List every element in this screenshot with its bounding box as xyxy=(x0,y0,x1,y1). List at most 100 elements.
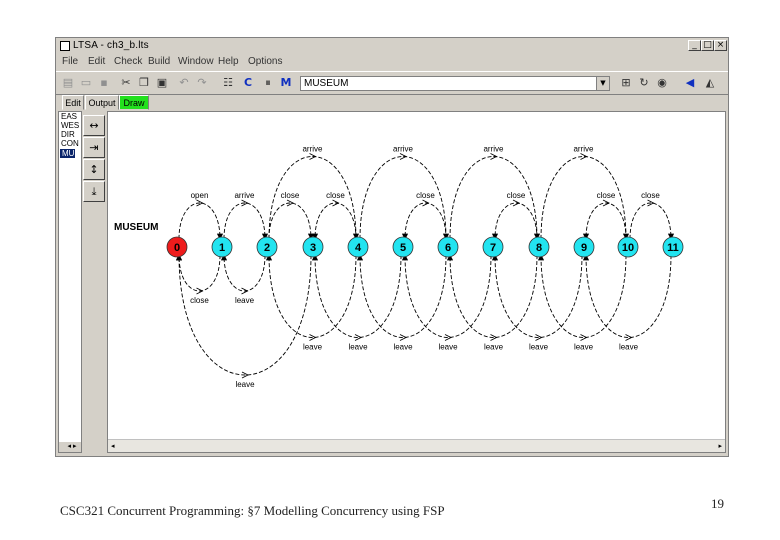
undo-icon[interactable]: ↶ xyxy=(176,75,192,91)
list-item[interactable]: WES xyxy=(59,121,81,130)
paste-icon[interactable]: ▣ xyxy=(154,75,170,91)
save-icon[interactable]: ▪ xyxy=(96,75,112,91)
state-label: 3 xyxy=(310,242,316,254)
transition-leave xyxy=(537,254,627,338)
list-item[interactable]: CON xyxy=(59,139,81,148)
transition-leave xyxy=(220,254,266,292)
state-label: 0 xyxy=(174,242,180,254)
tab-bar: Edit Output Draw xyxy=(56,95,728,111)
transition-arrive xyxy=(223,202,269,240)
transition-label-close: close xyxy=(641,191,660,200)
chevron-down-icon[interactable]: ▼ xyxy=(596,77,609,90)
stop-icon[interactable]: ◉ xyxy=(654,75,670,91)
page-number: 19 xyxy=(711,496,724,511)
shrink-horizontal-icon[interactable]: ⇥ xyxy=(83,137,105,158)
transition-leave xyxy=(582,254,672,338)
stretch-vertical-icon[interactable]: ↕ xyxy=(83,159,105,180)
back-icon[interactable]: ◀ xyxy=(682,75,698,91)
tab-edit[interactable]: Edit xyxy=(62,95,84,110)
state-label: 10 xyxy=(622,242,634,254)
lts-diagram: open arrive close close close close close close… xyxy=(114,145,684,389)
app-icon xyxy=(60,41,70,51)
transition-label-arrive: arrive xyxy=(483,145,504,154)
transition-open xyxy=(178,202,224,240)
menu-edit[interactable]: Edit xyxy=(88,55,105,69)
transition-label-leave: leave xyxy=(529,343,549,352)
minimize-button[interactable]: _ xyxy=(688,40,701,51)
tab-draw[interactable]: Draw xyxy=(119,95,149,110)
transition-leave xyxy=(446,254,538,338)
run-icon[interactable]: ↻ xyxy=(636,75,652,91)
cut-icon[interactable]: ✂ xyxy=(118,75,134,91)
forward-icon[interactable]: ◭ xyxy=(702,75,718,91)
transition-label-arrive: arrive xyxy=(302,145,323,154)
state-label: 2 xyxy=(264,242,270,254)
menu-check[interactable]: Check xyxy=(114,55,142,69)
transition-label-leave: leave xyxy=(235,380,255,389)
transition-label-leave: leave xyxy=(393,343,413,352)
transition-label-arrive: arrive xyxy=(234,191,255,200)
horizontal-scrollbar[interactable]: ◂ ▸ xyxy=(108,439,725,452)
compile-icon[interactable]: ☷ xyxy=(220,75,236,91)
process-list[interactable]: EAS WES DIR CON MU ◂ ▸ xyxy=(58,111,82,453)
list-item[interactable]: DIR xyxy=(59,130,81,139)
menu-options[interactable]: Options xyxy=(248,55,282,69)
progress-icon[interactable]: ⊞ xyxy=(618,75,634,91)
state-label: 11 xyxy=(667,242,679,254)
transition-leave xyxy=(175,254,312,376)
menu-file[interactable]: File xyxy=(62,55,78,69)
state-label: 6 xyxy=(445,242,451,254)
state-label: 1 xyxy=(219,242,225,254)
draw-canvas[interactable]: open arrive close close close close close close… xyxy=(107,111,726,453)
ltsa-window: LTSA - ch3_b.lts _ □ × File Edit Check B… xyxy=(55,37,729,457)
tab-output[interactable]: Output xyxy=(85,95,119,110)
shrink-vertical-icon[interactable]: ⤓ xyxy=(83,181,105,202)
list-item[interactable]: EAS xyxy=(59,112,81,121)
scroll-right-icon[interactable]: ▸ xyxy=(718,440,722,452)
state-label: 7 xyxy=(490,242,496,254)
window-title: LTSA - ch3_b.lts xyxy=(73,40,149,51)
state-label: 9 xyxy=(581,242,587,254)
state-label: 8 xyxy=(536,242,542,254)
transition-leave xyxy=(491,254,583,338)
transition-leave xyxy=(401,254,492,338)
maximize-button[interactable]: □ xyxy=(701,40,714,51)
transition-close xyxy=(175,254,221,292)
safety-icon[interactable]: M xyxy=(278,75,294,91)
process-select[interactable]: MUSEUM ▼ xyxy=(300,76,610,91)
transition-label-leave: leave xyxy=(484,343,504,352)
open-icon[interactable]: ▭ xyxy=(78,75,94,91)
menu-bar: File Edit Check Build Window Help Option… xyxy=(56,55,728,69)
copy-icon[interactable]: ❐ xyxy=(136,75,152,91)
transition-close xyxy=(401,202,447,240)
toolbar: ▤ ▭ ▪ ✂ ❐ ▣ ↶ ↷ ☷ C ⏸ M MUSEUM ▼ ⊞ ↻ ◉ ◀… xyxy=(56,71,728,95)
new-icon[interactable]: ▤ xyxy=(60,75,76,91)
state-label: 4 xyxy=(355,242,362,254)
transition-label-close: close xyxy=(597,191,616,200)
process-name-label: MUSEUM xyxy=(114,222,158,233)
minimise-icon[interactable]: ⏸ xyxy=(260,75,276,91)
menu-window[interactable]: Window xyxy=(178,55,214,69)
transition-close xyxy=(491,202,538,240)
stretch-horizontal-icon[interactable]: ↔ xyxy=(83,115,105,136)
transition-label-close: close xyxy=(281,191,300,200)
slide-footer: CSC321 Concurrent Programming: §7 Modell… xyxy=(60,503,445,518)
transition-leave xyxy=(311,254,402,338)
transition-leave xyxy=(265,254,357,338)
transition-close xyxy=(311,202,357,240)
transition-close xyxy=(582,202,627,240)
transition-label-arrive: arrive xyxy=(393,145,414,154)
list-item-selected[interactable]: MU xyxy=(60,149,75,158)
transition-leave xyxy=(356,254,447,338)
menu-build[interactable]: Build xyxy=(148,55,170,69)
transition-label-close: close xyxy=(507,191,526,200)
transition-label-arrive: arrive xyxy=(573,145,594,154)
redo-icon[interactable]: ↷ xyxy=(194,75,210,91)
compose-icon[interactable]: C xyxy=(240,75,256,91)
menu-help[interactable]: Help xyxy=(218,55,239,69)
transition-label-leave: leave xyxy=(438,343,458,352)
close-button[interactable]: × xyxy=(714,40,727,51)
list-scrollbar[interactable]: ◂ ▸ xyxy=(59,442,81,452)
scroll-left-icon[interactable]: ◂ xyxy=(111,440,115,452)
transition-close xyxy=(629,202,675,240)
